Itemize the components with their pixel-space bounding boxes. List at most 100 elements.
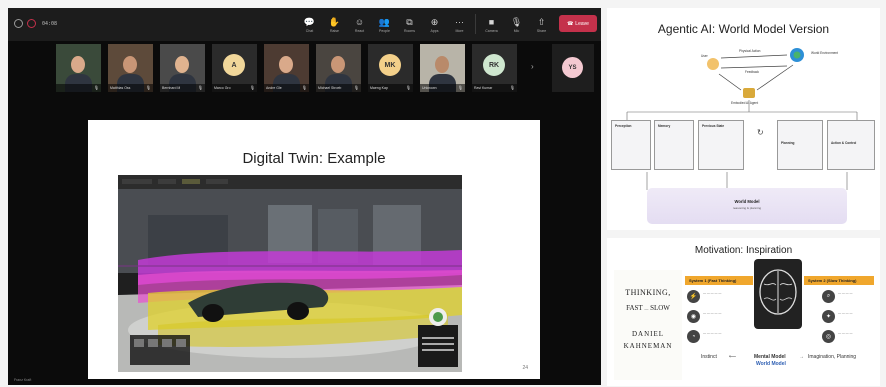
toolbar-separator <box>475 14 476 34</box>
participant-tile[interactable]: Michael Stroeb 🎙 <box>316 44 361 92</box>
system2-line: — — — — <box>838 311 853 315</box>
participant-avatar: MK <box>379 54 401 76</box>
system2-bar: System 2 (Slow Thinking) <box>804 276 874 285</box>
toolbar-button-label: Rooms <box>403 28 416 33</box>
lightning-icon: ⚡ <box>687 290 700 303</box>
meeting-status: 04:08 <box>14 19 57 28</box>
world-model-title: World Model <box>734 199 760 204</box>
participant-face <box>71 56 85 73</box>
participant-tile[interactable]: Unknown 🎙 <box>420 44 465 92</box>
mic-icon: 🎙 <box>405 85 411 90</box>
camera-button[interactable]: ■ Camera <box>480 12 503 37</box>
react-button[interactable]: ☺ React <box>348 12 371 37</box>
more-icon: ··· <box>455 16 464 27</box>
svg-text:↻: ↻ <box>757 128 764 137</box>
slide-page-number: 24 <box>522 365 528 371</box>
meeting-toolbar: 04:08 💬 Chat ✋ Raise ☺ React 👥 People ⧉ Rooms ⊕ App… <box>8 8 601 41</box>
pencil-icon: — <box>644 306 649 311</box>
target-icon: ◎ <box>822 330 835 343</box>
toolbar-buttons: 💬 Chat ✋ Raise ☺ React 👥 People ⧉ Rooms ⊕ Apps ··· Mo… <box>298 12 553 37</box>
participant-tile[interactable]: MK Maeng Kap 🎙 <box>368 44 413 92</box>
label-embodied-agent: Embodied AI Agent <box>731 101 759 105</box>
people-icon: 👥 <box>378 16 391 27</box>
mic-icon: 🎙 <box>509 85 515 90</box>
box-perception: Perception <box>611 120 651 170</box>
mic-icon: 🎙 <box>510 16 523 27</box>
search-icon: ⌕ <box>822 290 835 303</box>
window-menu-icon[interactable] <box>14 19 23 28</box>
toolbar-button-label: Raise <box>330 28 339 33</box>
system1-line: — — — — — <box>703 331 722 335</box>
mic-icon: 🎙 <box>457 85 463 90</box>
label-physical-action: Physical Action <box>739 49 761 53</box>
system1-bar: System 1 (Fast Thinking) <box>685 276 753 285</box>
brain-image <box>754 259 802 329</box>
raise-hand-icon: ✋ <box>328 16 341 27</box>
chat-icon: 💬 <box>303 16 316 27</box>
arrow-right-icon: → <box>799 354 804 360</box>
chevron-right-icon[interactable]: › <box>531 62 534 71</box>
self-view-name: Franz Kraft <box>14 378 32 382</box>
toolbar-button-label: React <box>354 28 365 33</box>
meeting-timer: 04:08 <box>42 20 58 27</box>
participant-tile[interactable]: RK Ravi Kumar 🎙 <box>472 44 517 92</box>
label-mental-model: Mental Model <box>754 354 786 360</box>
mic-icon: 🎙 <box>145 85 151 90</box>
camera-icon: ■ <box>488 16 495 27</box>
label-user: User <box>701 54 708 58</box>
eye-icon: ◉ <box>687 310 700 323</box>
slide-motivation: Motivation: Inspiration THINKING, FAST —… <box>607 238 880 386</box>
participant-tile[interactable]: A Marco Gro 🎙 <box>212 44 257 92</box>
share-icon: ⇧ <box>537 16 546 27</box>
toolbar-button-label: Chat <box>305 28 314 33</box>
apps-button[interactable]: ⊕ Apps <box>423 12 446 37</box>
react-icon: ☺ <box>354 16 365 27</box>
system2-line: — — — — <box>838 291 853 295</box>
mic-icon: 🎙 <box>353 85 359 90</box>
participant-tile[interactable]: Bernhard M 🎙 <box>160 44 205 92</box>
leave-label: Leave <box>575 20 589 27</box>
participant-avatar: YS <box>562 57 583 78</box>
meeting-window: 04:08 💬 Chat ✋ Raise ☺ React 👥 People ⧉ Rooms ⊕ App… <box>8 8 601 385</box>
apps-icon: ⊕ <box>430 16 439 27</box>
label-feedback: Feedback <box>745 70 759 74</box>
chat-button[interactable]: 💬 Chat <box>298 12 321 37</box>
screenshot-stage: 04:08 💬 Chat ✋ Raise ☺ React 👥 People ⧉ Rooms ⊕ App… <box>0 0 886 387</box>
more-button[interactable]: ··· More <box>448 12 471 37</box>
participant-tile[interactable]: Matthias Oss 🎙 <box>108 44 153 92</box>
mic-icon: 🎙 <box>249 85 255 90</box>
rooms-button[interactable]: ⧉ Rooms <box>398 12 421 37</box>
raise-button[interactable]: ✋ Raise <box>323 12 346 37</box>
box-previous-state: Previous State <box>698 120 744 170</box>
participant-tile[interactable]: 🎙 <box>56 44 101 92</box>
shared-screen: Digital Twin: Example 24 <box>88 120 540 379</box>
system2-line: — — — — <box>838 331 853 335</box>
participant-avatar: A <box>223 54 245 76</box>
participant-face <box>175 56 189 73</box>
participant-tile[interactable]: Andre Gle 🎙 <box>264 44 309 92</box>
participant-tile-ys[interactable]: YS <box>552 44 594 92</box>
toolbar-button-label: Camera <box>485 28 498 33</box>
toolbar-button-label: People <box>379 28 390 33</box>
people-button[interactable]: 👥 People <box>373 12 396 37</box>
world-model-subtitle: reasoning & planning <box>732 206 762 210</box>
rooms-icon: ⧉ <box>406 16 413 27</box>
mic-icon: 🎙 <box>93 85 99 90</box>
arrow-left-icon: ⟵ <box>729 354 737 360</box>
system1-line: — — — — — <box>703 291 722 295</box>
walking-icon: ✦ <box>822 310 835 323</box>
box-action-control: Action & Control <box>827 120 875 170</box>
label-world-model: World Model <box>756 361 786 367</box>
world-model-box: World Model reasoning & planning <box>647 188 847 224</box>
box-planning: Planning <box>777 120 823 170</box>
participant-face <box>435 56 449 73</box>
participant-face <box>123 56 137 73</box>
gauge-icon: ◔ <box>687 330 700 343</box>
share-button[interactable]: ⇧ Share <box>530 12 553 37</box>
leave-button[interactable]: ☎ Leave <box>559 15 597 32</box>
slide-motivation-title: Motivation: Inspiration <box>694 245 793 256</box>
mic-button[interactable]: 🎙 Mic <box>505 12 528 37</box>
label-instinct: Instinct <box>701 354 717 360</box>
mic-icon: 🎙 <box>301 85 307 90</box>
toolbar-button-label: Apps <box>430 28 439 33</box>
